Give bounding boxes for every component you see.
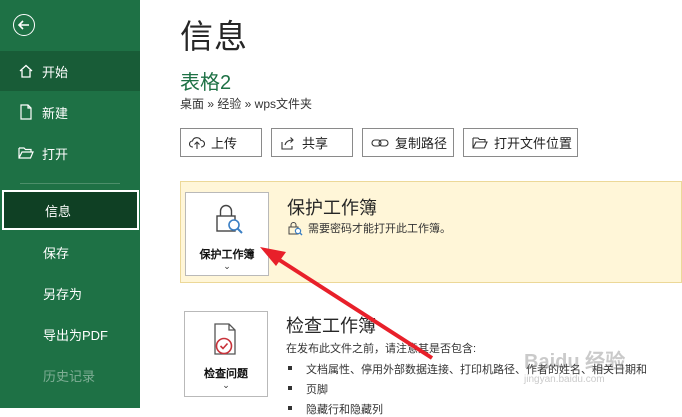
watermark-brand: Baidu 经验 bbox=[524, 351, 626, 373]
baidu-watermark: Baidu 经验 jingyan.baidu.com bbox=[524, 345, 682, 395]
watermark-url: jingyan.baidu.com bbox=[524, 374, 605, 385]
